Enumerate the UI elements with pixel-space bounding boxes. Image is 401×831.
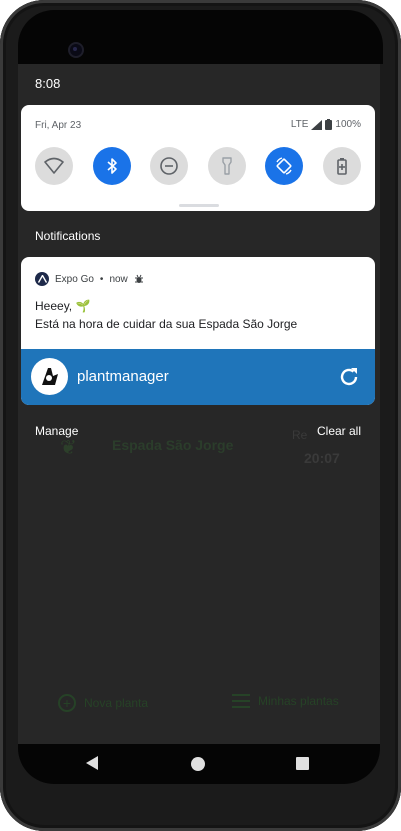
do-not-disturb-icon [160, 157, 178, 175]
status-time: 8:08 [35, 76, 61, 91]
top-bezel [18, 10, 383, 64]
bluetooth-tile[interactable] [92, 147, 131, 185]
expo-go-icon [35, 272, 49, 286]
home-icon[interactable] [191, 757, 205, 771]
battery-level: 100% [335, 119, 361, 130]
back-icon[interactable] [86, 756, 98, 770]
tab-my-plants-label: Minhas plantas [258, 694, 339, 708]
screen: ❦ Espada São Jorge Re 20:07 + Nova plant… [18, 64, 380, 744]
list-icon [232, 694, 250, 708]
signal-icon [311, 119, 323, 130]
notification-header: Expo Go • now [35, 272, 144, 286]
plant-icon: ❦ [60, 435, 77, 459]
plantmanager-logo [31, 358, 68, 395]
qs-date: Fri, Apr 23 [35, 120, 82, 131]
plant-name: Espada São Jorge [112, 437, 234, 453]
bluetooth-icon [107, 158, 117, 174]
network-label: LTE [290, 119, 309, 130]
qs-tiles [35, 147, 361, 185]
tab-my-plants: Minhas plantas [232, 694, 339, 708]
plant-time: 20:07 [304, 450, 340, 466]
notification-time: now [109, 273, 128, 285]
notification-app-bar[interactable]: plantmanager [21, 349, 375, 405]
phone-frame: ❦ Espada São Jorge Re 20:07 + Nova plant… [0, 0, 401, 831]
battery-saver-tile[interactable] [322, 147, 361, 185]
flashlight-tile[interactable] [207, 147, 246, 185]
manage-button[interactable]: Manage [35, 424, 78, 438]
flashlight-icon [222, 157, 232, 175]
notification-title: Heeey, 🌱 [35, 299, 91, 313]
app-bar-name: plantmanager [77, 368, 169, 385]
clear-all-button[interactable]: Clear all [317, 424, 361, 438]
wifi-icon [44, 157, 64, 174]
bug-icon [134, 274, 143, 283]
battery-saver-icon [337, 158, 347, 175]
recent-apps-icon[interactable] [296, 757, 309, 770]
front-camera [70, 44, 82, 56]
separator-dot: • [99, 273, 104, 285]
notification-app: Expo Go [55, 273, 94, 285]
auto-rotate-icon [276, 157, 292, 175]
qs-status: LTE 100% [291, 119, 361, 130]
refresh-icon[interactable] [337, 365, 361, 389]
tab-new-plant-label: Nova planta [84, 696, 149, 710]
qs-drag-handle[interactable] [179, 204, 219, 207]
auto-rotate-tile[interactable] [265, 147, 304, 185]
battery-icon [325, 119, 333, 130]
notifications-heading: Notifications [35, 229, 101, 243]
navigation-bar [18, 744, 380, 784]
add-circle-icon: + [58, 694, 76, 712]
notification-body: Está na hora de cuidar da sua Espada São… [35, 317, 298, 331]
notification-card[interactable]: Expo Go • now Heeey, 🌱 Está na hora de c… [21, 257, 375, 405]
wifi-tile[interactable] [35, 147, 73, 185]
tab-new-plant: + Nova planta [58, 694, 148, 712]
dnd-tile[interactable] [150, 147, 189, 185]
reg-label: Re [292, 428, 308, 442]
quick-settings-panel: Fri, Apr 23 LTE 100% [21, 105, 375, 211]
